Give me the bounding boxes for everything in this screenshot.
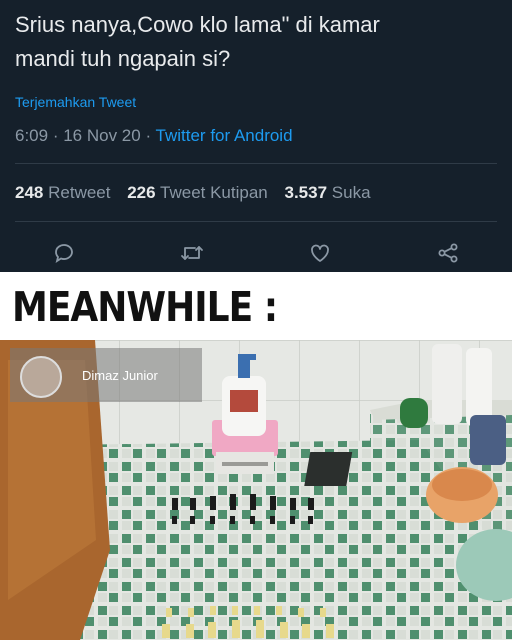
tweet-stats: 248 Retweet 226 Tweet Kutipan 3.537 Suka bbox=[15, 183, 371, 203]
user-watermark: Dimaz Junior bbox=[10, 348, 202, 402]
like-label: Suka bbox=[331, 183, 371, 202]
retweet-icon bbox=[181, 246, 203, 260]
caption-band: MEANWHILE : bbox=[0, 272, 512, 340]
blue-bottle bbox=[470, 415, 506, 465]
like-icon bbox=[311, 244, 329, 262]
quote-stat[interactable]: 226 Tweet Kutipan bbox=[127, 183, 268, 202]
tweet-text: Srius nanya,Cowo klo lama" di kamar mand… bbox=[15, 8, 505, 76]
tweet-actions bbox=[0, 235, 512, 271]
retweet-count: 248 bbox=[15, 183, 44, 202]
shampoo-bottle bbox=[466, 348, 492, 426]
bathroom-photo: Dimaz Junior bbox=[0, 340, 512, 640]
divider bbox=[15, 221, 497, 222]
retweet-label: Retweet bbox=[48, 183, 111, 202]
quote-count: 226 bbox=[127, 183, 156, 202]
share-icon bbox=[438, 243, 458, 263]
retweet-button[interactable] bbox=[174, 235, 210, 271]
meta-separator: · bbox=[52, 126, 64, 145]
tweet-text-line-2: mandi tuh ngapain si? bbox=[15, 46, 231, 71]
retweet-stat[interactable]: 248 Retweet bbox=[15, 183, 110, 202]
like-stat[interactable]: 3.537 Suka bbox=[285, 183, 371, 202]
shampoo-bottle bbox=[432, 344, 462, 424]
like-button[interactable] bbox=[302, 235, 338, 271]
tweet-time: 6:09 bbox=[15, 126, 49, 145]
floor-drain bbox=[304, 452, 353, 486]
tweet-date[interactable]: 16 Nov 20 bbox=[63, 126, 141, 145]
tweet-source[interactable]: Twitter for Android bbox=[156, 126, 293, 145]
quote-label: Tweet Kutipan bbox=[160, 183, 268, 202]
reply-button[interactable] bbox=[46, 235, 82, 271]
tweet-meta: 6:09 · 16 Nov 20 · Twitter for Android bbox=[15, 126, 293, 146]
share-button[interactable] bbox=[430, 235, 466, 271]
tweet-card: Srius nanya,Cowo klo lama" di kamar mand… bbox=[0, 0, 512, 272]
tweet-text-line-1: Srius nanya,Cowo klo lama" di kamar bbox=[15, 12, 380, 37]
divider bbox=[15, 163, 497, 164]
avatar bbox=[20, 356, 62, 398]
meta-separator: · bbox=[145, 126, 156, 145]
like-count: 3.537 bbox=[284, 183, 328, 202]
translate-tweet-link[interactable]: Terjemahkan Tweet bbox=[15, 94, 136, 110]
reply-icon bbox=[55, 244, 73, 263]
meanwhile-caption: MEANWHILE : bbox=[12, 284, 278, 332]
watermark-username: Dimaz Junior bbox=[82, 368, 158, 383]
green-brush bbox=[400, 398, 428, 428]
